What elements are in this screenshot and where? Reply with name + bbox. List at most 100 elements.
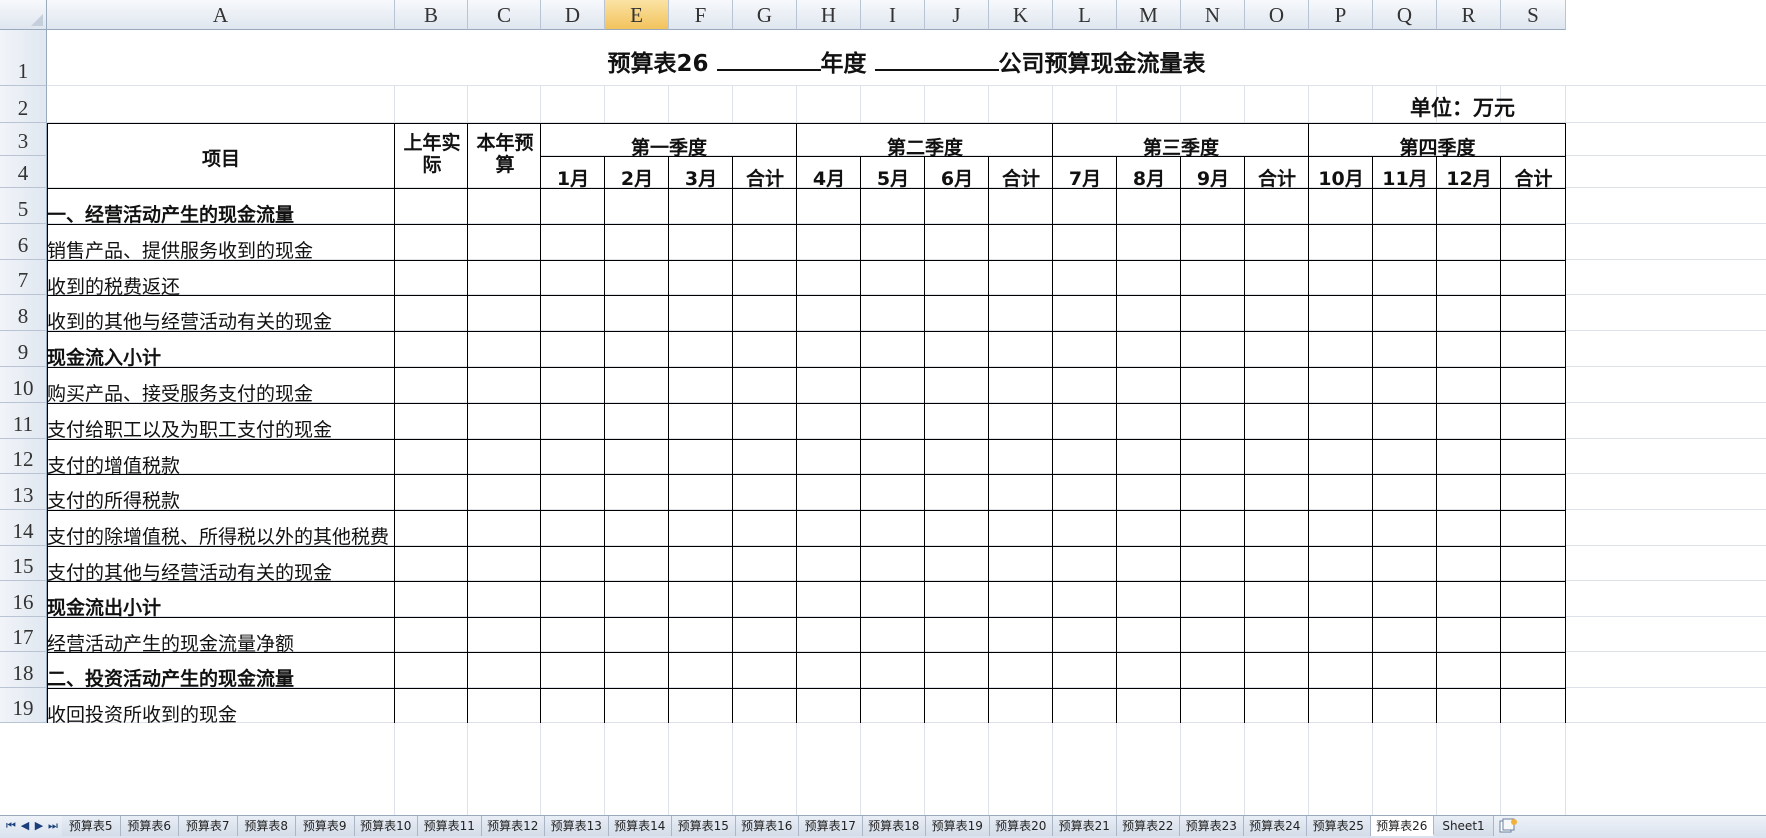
sheet-tab-预算表6[interactable]: 预算表6	[120, 816, 179, 836]
row-header-7[interactable]: 7	[0, 260, 47, 295]
new-sheet-icon[interactable]	[1498, 818, 1520, 834]
sheet-tab-bar: ⏮ ◀ ▶ ⏭ 预算表5 预算表6 预算表7 预算表8 预算表9 预算表10 预算表11 预算表12 预…	[0, 815, 1766, 838]
header-month: 合计	[1257, 168, 1296, 190]
header-month: 合计	[745, 168, 784, 190]
column-header-H[interactable]: H	[797, 0, 861, 30]
col-border	[1244, 156, 1245, 723]
row-header-1[interactable]: 1	[0, 30, 47, 86]
sheet-tab-预算表24[interactable]: 预算表24	[1243, 816, 1307, 836]
header-month: 8月	[1132, 168, 1166, 190]
sheet-tab-预算表18[interactable]: 预算表18	[862, 816, 926, 836]
title-prefix: 预算表26	[607, 51, 717, 77]
row-header-15[interactable]: 15	[0, 546, 47, 581]
row-header-17[interactable]: 17	[0, 617, 47, 652]
sheet-tab-预算表16[interactable]: 预算表16	[735, 816, 799, 836]
row-border	[47, 295, 1566, 296]
sheet-tab-预算表22[interactable]: 预算表22	[1116, 816, 1180, 836]
row-header-3[interactable]: 3	[0, 123, 47, 156]
column-header-K[interactable]: K	[989, 0, 1053, 30]
row-header-6[interactable]: 6	[0, 224, 47, 260]
column-header-E[interactable]: E	[605, 0, 669, 30]
sheet-tab-预算表25[interactable]: 预算表25	[1307, 816, 1371, 836]
row-header-9[interactable]: 9	[0, 331, 47, 367]
line-item-label: 二、投资活动产生的现金流量	[47, 668, 295, 690]
sheet-title: 预算表26 年度 公司预算现金流量表	[47, 44, 1766, 78]
sheet-tab-预算表19[interactable]: 预算表19	[926, 816, 990, 836]
next-sheet-button[interactable]: ▶	[32, 818, 46, 834]
line-item-label: 现金流出小计	[47, 597, 162, 619]
column-header-R[interactable]: R	[1437, 0, 1501, 30]
row-border	[47, 546, 1566, 547]
column-header-M[interactable]: M	[1117, 0, 1181, 30]
column-header-P[interactable]: P	[1309, 0, 1373, 30]
row-header-19[interactable]: 19	[0, 688, 47, 723]
row-header-10[interactable]: 10	[0, 367, 47, 403]
row-header-11[interactable]: 11	[0, 403, 47, 439]
row-border	[47, 403, 1566, 404]
line-item-label: 购买产品、接受服务支付的现金	[47, 383, 314, 405]
column-header-I[interactable]: I	[861, 0, 925, 30]
col-border	[467, 123, 468, 723]
sheet-tab-预算表11[interactable]: 预算表11	[418, 816, 482, 836]
column-header-O[interactable]: O	[1245, 0, 1309, 30]
sheet-tab-预算表13[interactable]: 预算表13	[545, 816, 609, 836]
col-border	[732, 156, 733, 723]
column-header-C[interactable]: C	[468, 0, 541, 30]
column-header-N[interactable]: N	[1181, 0, 1245, 30]
row-header-5[interactable]: 5	[0, 188, 47, 224]
row-header-4[interactable]: 4	[0, 156, 47, 188]
row-header-16[interactable]: 16	[0, 581, 47, 617]
company-blank-field[interactable]	[874, 47, 999, 71]
sheet-tab-预算表23[interactable]: 预算表23	[1180, 816, 1244, 836]
prev-sheet-button[interactable]: ◀	[18, 818, 32, 834]
column-header-J[interactable]: J	[925, 0, 989, 30]
row-header-14[interactable]: 14	[0, 510, 47, 546]
column-header-D[interactable]: D	[541, 0, 605, 30]
sheet-tab-Sheet1[interactable]: Sheet1	[1434, 816, 1494, 836]
sheet-tab-预算表17[interactable]: 预算表17	[799, 816, 863, 836]
header-month: 5月	[876, 168, 910, 190]
column-header-A[interactable]: A	[47, 0, 395, 30]
row-header-2[interactable]: 2	[0, 86, 47, 123]
row-header-12[interactable]: 12	[0, 439, 47, 474]
year-blank-field[interactable]	[716, 47, 821, 71]
sheet-tab-预算表9[interactable]: 预算表9	[296, 816, 355, 836]
line-item-label: 支付的所得税款	[47, 490, 181, 512]
select-all-corner[interactable]	[0, 0, 47, 30]
row-header-13[interactable]: 13	[0, 474, 47, 510]
sheet-tab-预算表20[interactable]: 预算表20	[989, 816, 1053, 836]
column-header-G[interactable]: G	[733, 0, 797, 30]
column-header-F[interactable]: F	[669, 0, 733, 30]
sheet-tab-预算表5[interactable]: 预算表5	[62, 816, 121, 836]
header-month: 11月	[1382, 168, 1428, 190]
sheet-tab-预算表10[interactable]: 预算表10	[354, 816, 418, 836]
col-border	[668, 156, 669, 723]
col-border	[604, 156, 605, 723]
header-month: 1月	[556, 168, 590, 190]
col-border	[1180, 156, 1181, 723]
row-border	[47, 510, 1566, 511]
row-header-8[interactable]: 8	[0, 295, 47, 331]
column-header-L[interactable]: L	[1053, 0, 1117, 30]
row-border	[47, 439, 1566, 440]
row-header-18[interactable]: 18	[0, 652, 47, 688]
col-border	[1565, 123, 1566, 723]
column-header-S[interactable]: S	[1501, 0, 1566, 30]
first-sheet-button[interactable]: ⏮	[4, 818, 18, 834]
sheet-tab-预算表8[interactable]: 预算表8	[237, 816, 296, 836]
header-month: 2月	[620, 168, 654, 190]
row-border	[47, 617, 1566, 618]
sheet-tab-预算表21[interactable]: 预算表21	[1053, 816, 1117, 836]
last-sheet-button[interactable]: ⏭	[46, 818, 60, 834]
line-item-label: 销售产品、提供服务收到的现金	[47, 240, 314, 262]
column-header-B[interactable]: B	[395, 0, 468, 30]
column-header-Q[interactable]: Q	[1373, 0, 1437, 30]
header-month: 6月	[940, 168, 974, 190]
sheet-tab-预算表15[interactable]: 预算表15	[672, 816, 736, 836]
sheet-tab-预算表7[interactable]: 预算表7	[179, 816, 238, 836]
line-item-label: 收回投资所收到的现金	[47, 704, 238, 726]
sheet-tab-预算表26[interactable]: 预算表26	[1370, 816, 1434, 836]
sheet-tab-预算表12[interactable]: 预算表12	[481, 816, 545, 836]
line-item-label: 现金流入小计	[47, 347, 162, 369]
sheet-tab-预算表14[interactable]: 预算表14	[608, 816, 672, 836]
